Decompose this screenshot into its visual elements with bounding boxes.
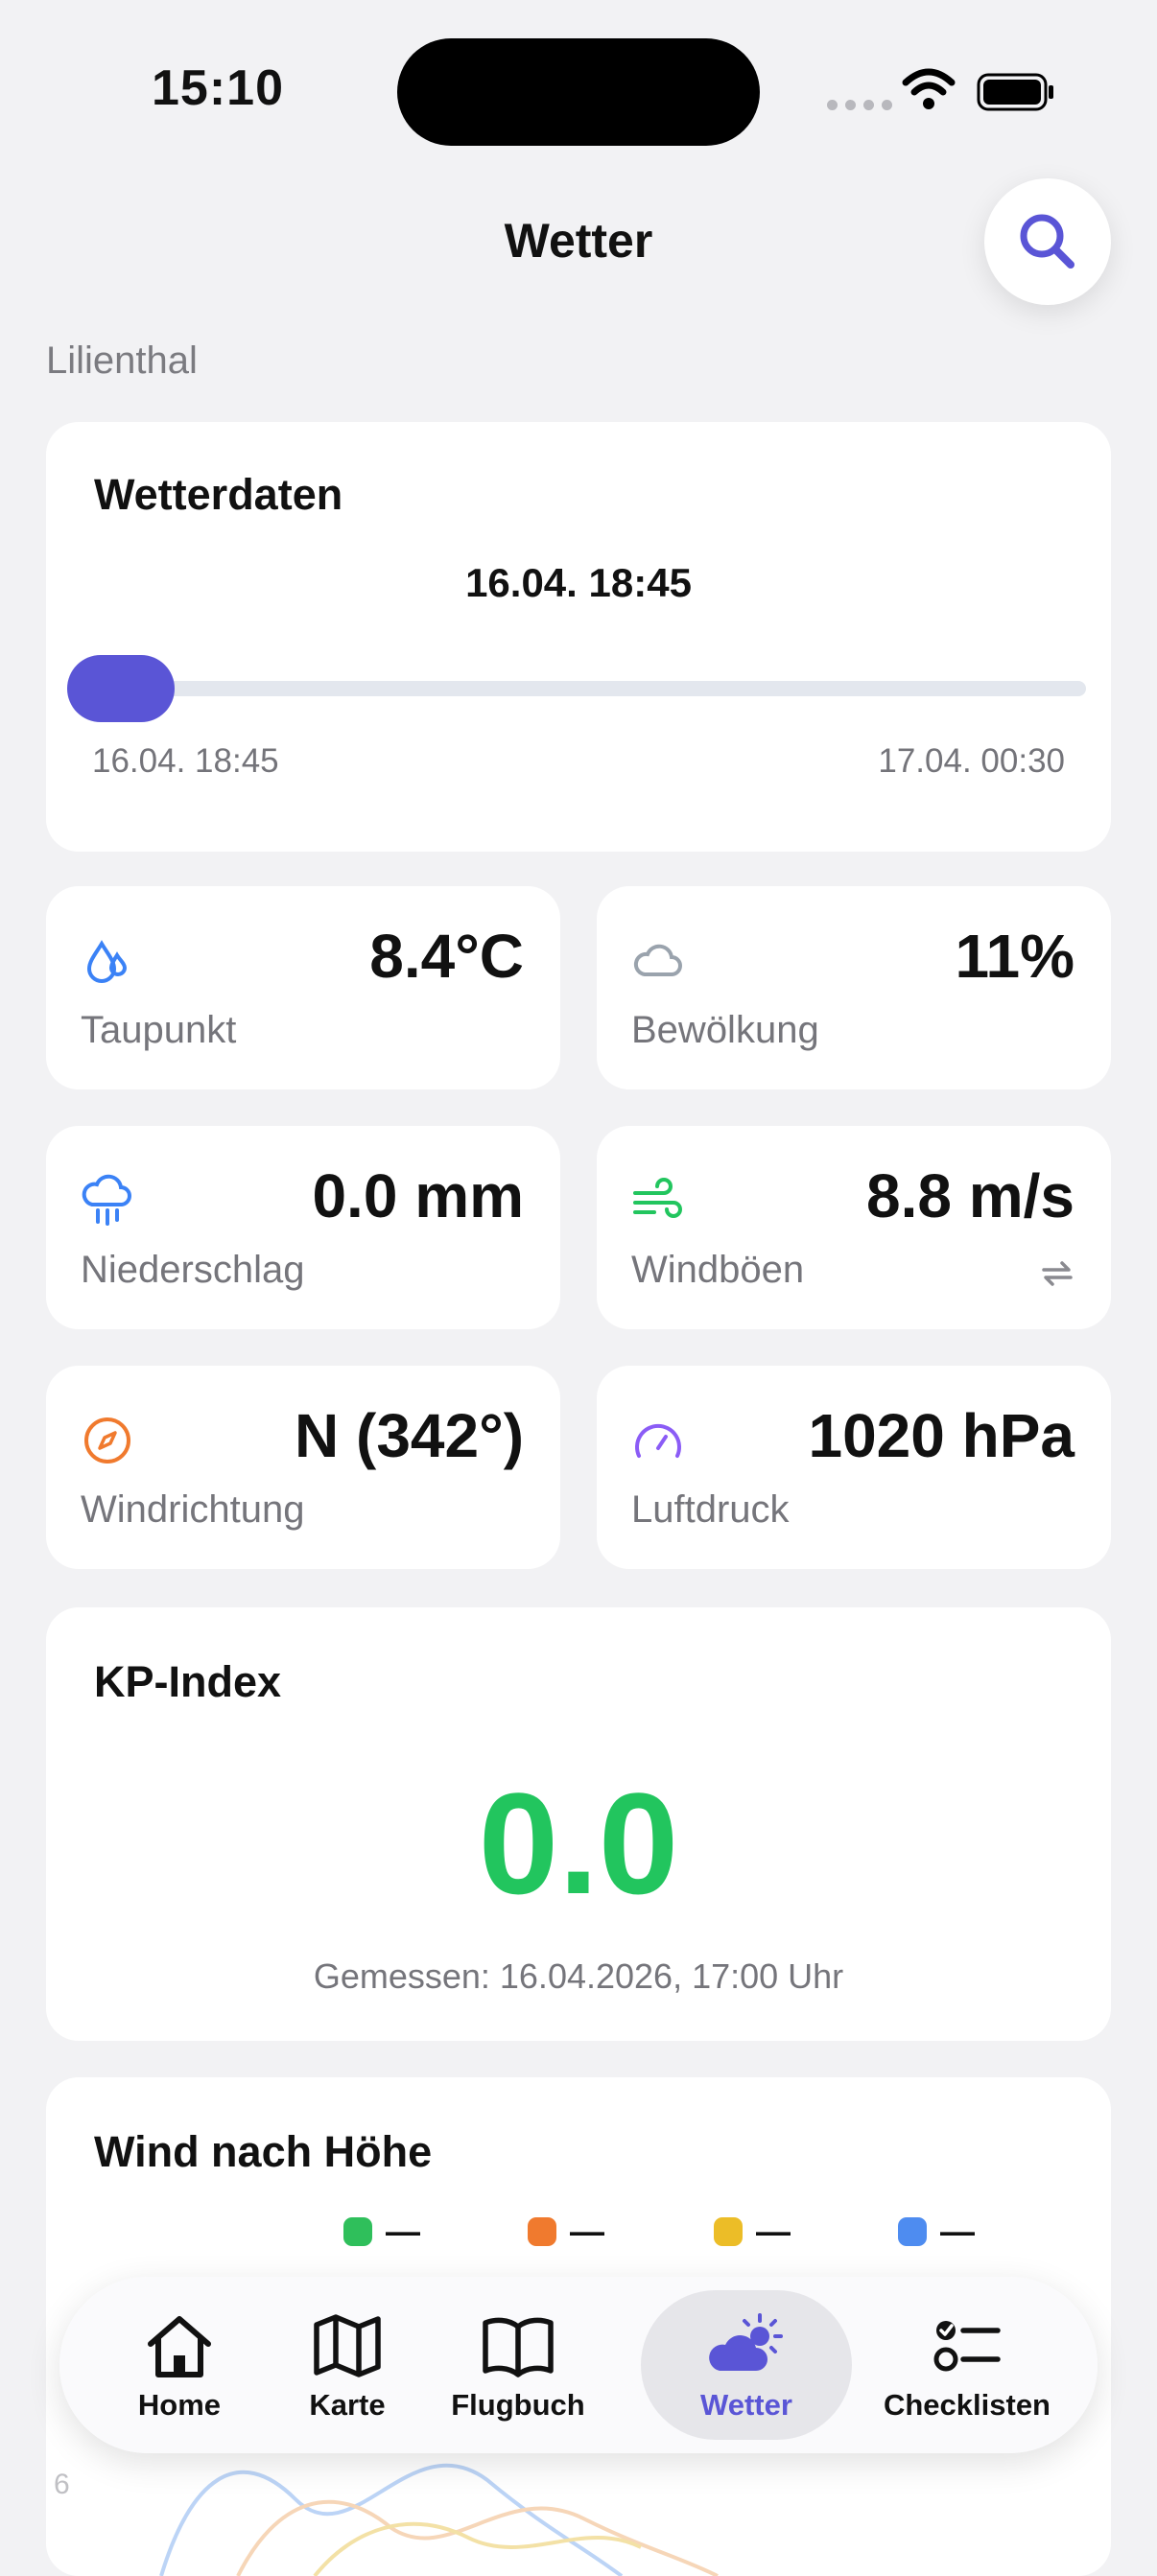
weather-data-title: Wetterdaten	[94, 470, 343, 519]
cloud-icon	[633, 944, 682, 976]
checklist-icon	[933, 2321, 1001, 2372]
book-icon	[483, 2317, 554, 2377]
metric-card-dewpoint: 8.4°C Taupunkt	[46, 886, 560, 1089]
tab-wetter[interactable]: Wetter	[641, 2290, 852, 2440]
precipitation-label: Niederschlag	[81, 1249, 305, 1291]
legend-swatch	[343, 2217, 372, 2246]
kp-index-card: KP-Index 0.0 Gemessen: 16.04.2026, 17:00…	[46, 1607, 1111, 2041]
pressure-value: 1020 hPa	[808, 1401, 1074, 1470]
tab-wetter-label: Wetter	[700, 2388, 792, 2422]
legend-value: —	[386, 2212, 420, 2251]
tab-checklisten-label: Checklisten	[883, 2388, 1051, 2422]
metric-card-direction: N (342°) Windrichtung	[46, 1366, 560, 1569]
wind-icon	[633, 1178, 682, 1218]
signal-icon	[827, 100, 892, 110]
weather-data-card: Wetterdaten 16.04. 18:45 16.04. 18:45 17…	[46, 422, 1111, 852]
direction-value: N (342°)	[295, 1401, 524, 1470]
status-time: 15:10	[152, 60, 284, 116]
legend-item: —	[898, 2212, 975, 2252]
legend-swatch	[898, 2217, 927, 2246]
search-button[interactable]	[984, 178, 1111, 305]
location-label: Lilienthal	[46, 340, 198, 382]
wind-height-title: Wind nach Höhe	[94, 2127, 433, 2176]
legend-value: —	[756, 2212, 791, 2251]
gusts-value: 8.8 m/s	[865, 1161, 1074, 1230]
swap-units-icon[interactable]	[1038, 1254, 1076, 1293]
tab-flugbuch-label: Flugbuch	[451, 2388, 585, 2422]
search-icon	[1020, 214, 1074, 269]
time-range-start: 16.04. 18:45	[92, 742, 279, 780]
cloud-value: 11%	[955, 922, 1074, 991]
precipitation-value: 0.0 mm	[312, 1161, 524, 1230]
cloud-rain-icon	[82, 1174, 131, 1226]
dynamic-island	[397, 38, 760, 146]
metric-card-precipitation: 0.0 mm Niederschlag	[46, 1126, 560, 1329]
home-icon	[148, 2316, 211, 2377]
compass-icon	[84, 1417, 130, 1464]
metric-card-cloud: 11% Bewölkung	[597, 886, 1111, 1089]
selected-time: 16.04. 18:45	[465, 560, 692, 605]
time-range-end: 17.04. 00:30	[878, 742, 1065, 780]
battery-icon	[977, 73, 1053, 111]
tab-checklisten[interactable]: Checklisten	[862, 2277, 1073, 2453]
time-slider-track[interactable]	[67, 681, 1086, 696]
tab-karte[interactable]: Karte	[271, 2277, 424, 2453]
chart-axis-tick: 6	[54, 2469, 70, 2500]
cloud-sun-icon	[709, 2313, 783, 2371]
dewpoint-value: 8.4°C	[369, 922, 524, 991]
legend-item: —	[714, 2212, 791, 2252]
map-icon	[314, 2314, 381, 2377]
gusts-label: Windböen	[631, 1249, 805, 1291]
pressure-label: Luftdruck	[631, 1488, 790, 1531]
tab-bar: Home Karte Flugbuch Wetter Checklisten	[59, 2277, 1098, 2453]
kp-measured-time: Gemessen: 16.04.2026, 17:00 Uhr	[313, 1956, 844, 1996]
gauge-icon	[635, 1423, 681, 1458]
tab-karte-label: Karte	[309, 2388, 386, 2422]
metric-card-gusts: 8.8 m/s Windböen	[597, 1126, 1111, 1329]
droplets-icon	[86, 940, 128, 983]
tab-flugbuch[interactable]: Flugbuch	[424, 2277, 612, 2453]
tab-home-label: Home	[137, 2388, 222, 2422]
cloud-label: Bewölkung	[631, 1009, 819, 1051]
legend-item: —	[528, 2212, 604, 2252]
direction-label: Windrichtung	[81, 1488, 305, 1531]
tab-home[interactable]: Home	[88, 2277, 271, 2453]
kp-index-title: KP-Index	[94, 1657, 282, 1706]
wifi-icon	[902, 68, 956, 109]
legend-swatch	[528, 2217, 556, 2246]
legend-item: —	[343, 2212, 420, 2252]
kp-index-value: 0.0	[478, 1763, 679, 1924]
time-slider-thumb[interactable]	[67, 655, 175, 722]
legend-swatch	[714, 2217, 743, 2246]
dewpoint-label: Taupunkt	[81, 1009, 237, 1051]
metric-card-pressure: 1020 hPa Luftdruck	[597, 1366, 1111, 1569]
legend-value: —	[940, 2212, 975, 2251]
legend-value: —	[570, 2212, 604, 2251]
